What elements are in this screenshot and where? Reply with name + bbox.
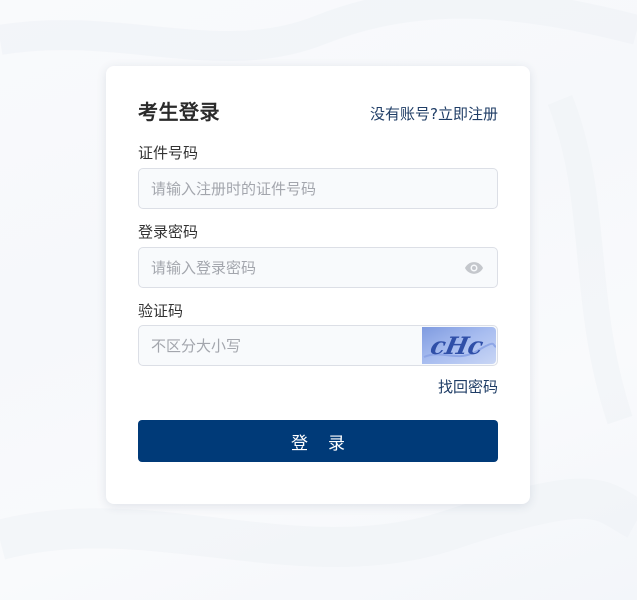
captcha-input[interactable] — [139, 326, 423, 365]
login-card: 考生登录 没有账号?立即注册 证件号码 登录密码 验证码 — [106, 66, 530, 504]
register-link[interactable]: 没有账号?立即注册 — [370, 104, 498, 124]
captcha-text: cHc — [428, 331, 486, 360]
forgot-password-link[interactable]: 找回密码 — [438, 377, 498, 397]
password-input[interactable] — [139, 248, 497, 287]
id-number-input[interactable] — [139, 169, 497, 208]
eye-icon[interactable] — [463, 258, 485, 278]
id-number-label: 证件号码 — [138, 144, 199, 162]
captcha-label: 验证码 — [138, 302, 184, 320]
captcha-image[interactable]: cHc — [422, 327, 496, 364]
captcha-field-wrapper: cHc — [138, 325, 498, 366]
page-title: 考生登录 — [138, 100, 220, 124]
password-field-wrapper — [138, 247, 498, 288]
id-number-field-wrapper — [138, 168, 498, 209]
login-button[interactable]: 登录 — [138, 420, 498, 462]
password-label: 登录密码 — [138, 223, 199, 241]
